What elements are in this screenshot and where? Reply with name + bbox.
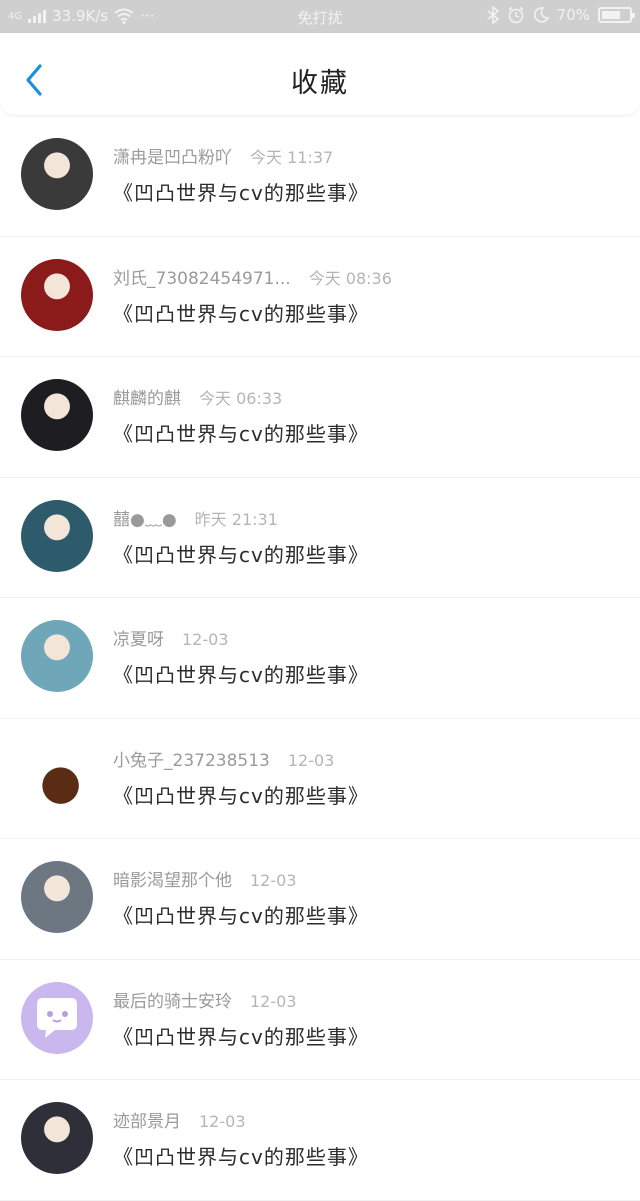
user-name[interactable]: 潇冉是凹凸粉吖 [113,148,232,168]
item-title: 《凹凸世界与cv的那些事》 [113,301,369,326]
avatar[interactable] [21,861,93,933]
timestamp: 12-03 [250,871,297,890]
item-meta: 小兔子_237238513 12-03 [113,746,334,771]
list-item[interactable]: 暗影渴望那个他 12-03 《凹凸世界与cv的那些事》 [0,839,640,960]
avatar[interactable] [21,620,93,692]
timestamp: 今天 11:37 [250,148,334,167]
avatar[interactable] [21,740,93,813]
item-meta: 最后的骑士安玲 12-03 [113,987,297,1012]
item-meta: 潇冉是凹凸粉吖 今天 11:37 [113,143,333,168]
avatar[interactable] [21,138,93,210]
battery-icon [598,7,635,23]
item-title: 《凹凸世界与cv的那些事》 [113,783,369,808]
item-meta: 麒麟的麒 今天 06:33 [113,384,282,409]
user-name[interactable]: 凉夏呀 [113,630,164,650]
list-item[interactable]: 最后的骑士安玲 12-03 《凹凸世界与cv的那些事》 [0,960,640,1080]
moon-icon [533,7,549,23]
list-item[interactable]: 迹部景月 12-03 《凹凸世界与cv的那些事》 [0,1080,640,1201]
user-name[interactable]: 小兔子_237238513 [113,751,270,771]
item-meta: 迹部景月 12-03 [113,1107,246,1132]
list-item[interactable]: 凉夏呀 12-03 《凹凸世界与cv的那些事》 [0,598,640,719]
item-title: 《凹凸世界与cv的那些事》 [113,181,369,205]
item-meta: 暗影渴望那个他 12-03 [113,866,297,891]
battery-percent: 70% [556,6,590,24]
user-name[interactable]: 迹部景月 [113,1112,181,1132]
avatar[interactable] [21,981,93,1054]
timestamp: 12-03 [287,750,335,770]
timestamp: 昨天 21:31 [194,509,278,529]
item-meta: 囍●﹏● 昨天 21:31 [113,505,278,530]
timestamp: 12-03 [199,1112,246,1131]
item-title: 《凹凸世界与cv的那些事》 [113,422,369,446]
page-title: 收藏 [291,68,349,99]
list-item[interactable]: 潇冉是凹凸粉吖 今天 11:37 《凹凸世界与cv的那些事》 [0,116,640,237]
item-title: 《凹凸世界与cv的那些事》 [113,1024,369,1049]
status-right: 70% [487,6,635,24]
timestamp: 今天 08:36 [308,268,392,288]
avatar[interactable] [21,258,93,331]
alarm-icon [508,6,524,24]
timestamp: 今天 06:33 [199,389,283,408]
user-name[interactable]: 刘氏_73082454971... [113,269,291,289]
status-bar: 4G 33.9K/s ··· 免打扰 70% [0,0,640,33]
list-item[interactable]: 小兔子_237238513 12-03 《凹凸世界与cv的那些事》 [0,719,640,839]
list-item[interactable]: 刘氏_73082454971... 今天 08:36 《凹凸世界与cv的那些事》 [0,237,640,357]
timestamp: 12-03 [250,991,297,1011]
bluetooth-icon [487,6,499,24]
item-title: 《凹凸世界与cv的那些事》 [113,542,369,567]
timestamp: 12-03 [182,630,229,649]
item-meta: 凉夏呀 12-03 [113,625,229,650]
item-title: 《凹凸世界与cv的那些事》 [113,1145,369,1169]
item-meta: 刘氏_73082454971... 今天 08:36 [113,264,392,289]
user-name[interactable]: 暗影渴望那个他 [113,871,232,891]
list-item[interactable]: 囍●﹏● 昨天 21:31 《凹凸世界与cv的那些事》 [0,478,640,598]
avatar[interactable] [21,499,93,572]
battery-level [602,11,621,19]
user-name[interactable]: 麒麟的麒 [113,389,181,409]
item-title: 《凹凸世界与cv的那些事》 [113,663,369,687]
user-name[interactable]: 囍●﹏● [113,510,177,530]
favorites-list: 潇冉是凹凸粉吖 今天 11:37 《凹凸世界与cv的那些事》 刘氏_730824549… [0,116,640,1201]
user-name[interactable]: 最后的骑士安玲 [113,992,232,1012]
item-title: 《凹凸世界与cv的那些事》 [113,904,369,928]
top-nav-bar: 收藏 [0,33,640,115]
avatar[interactable] [21,1102,93,1174]
avatar[interactable] [21,379,93,451]
chat-bubble-icon [37,997,77,1038]
list-item[interactable]: 麒麟的麒 今天 06:33 《凹凸世界与cv的那些事》 [0,357,640,478]
